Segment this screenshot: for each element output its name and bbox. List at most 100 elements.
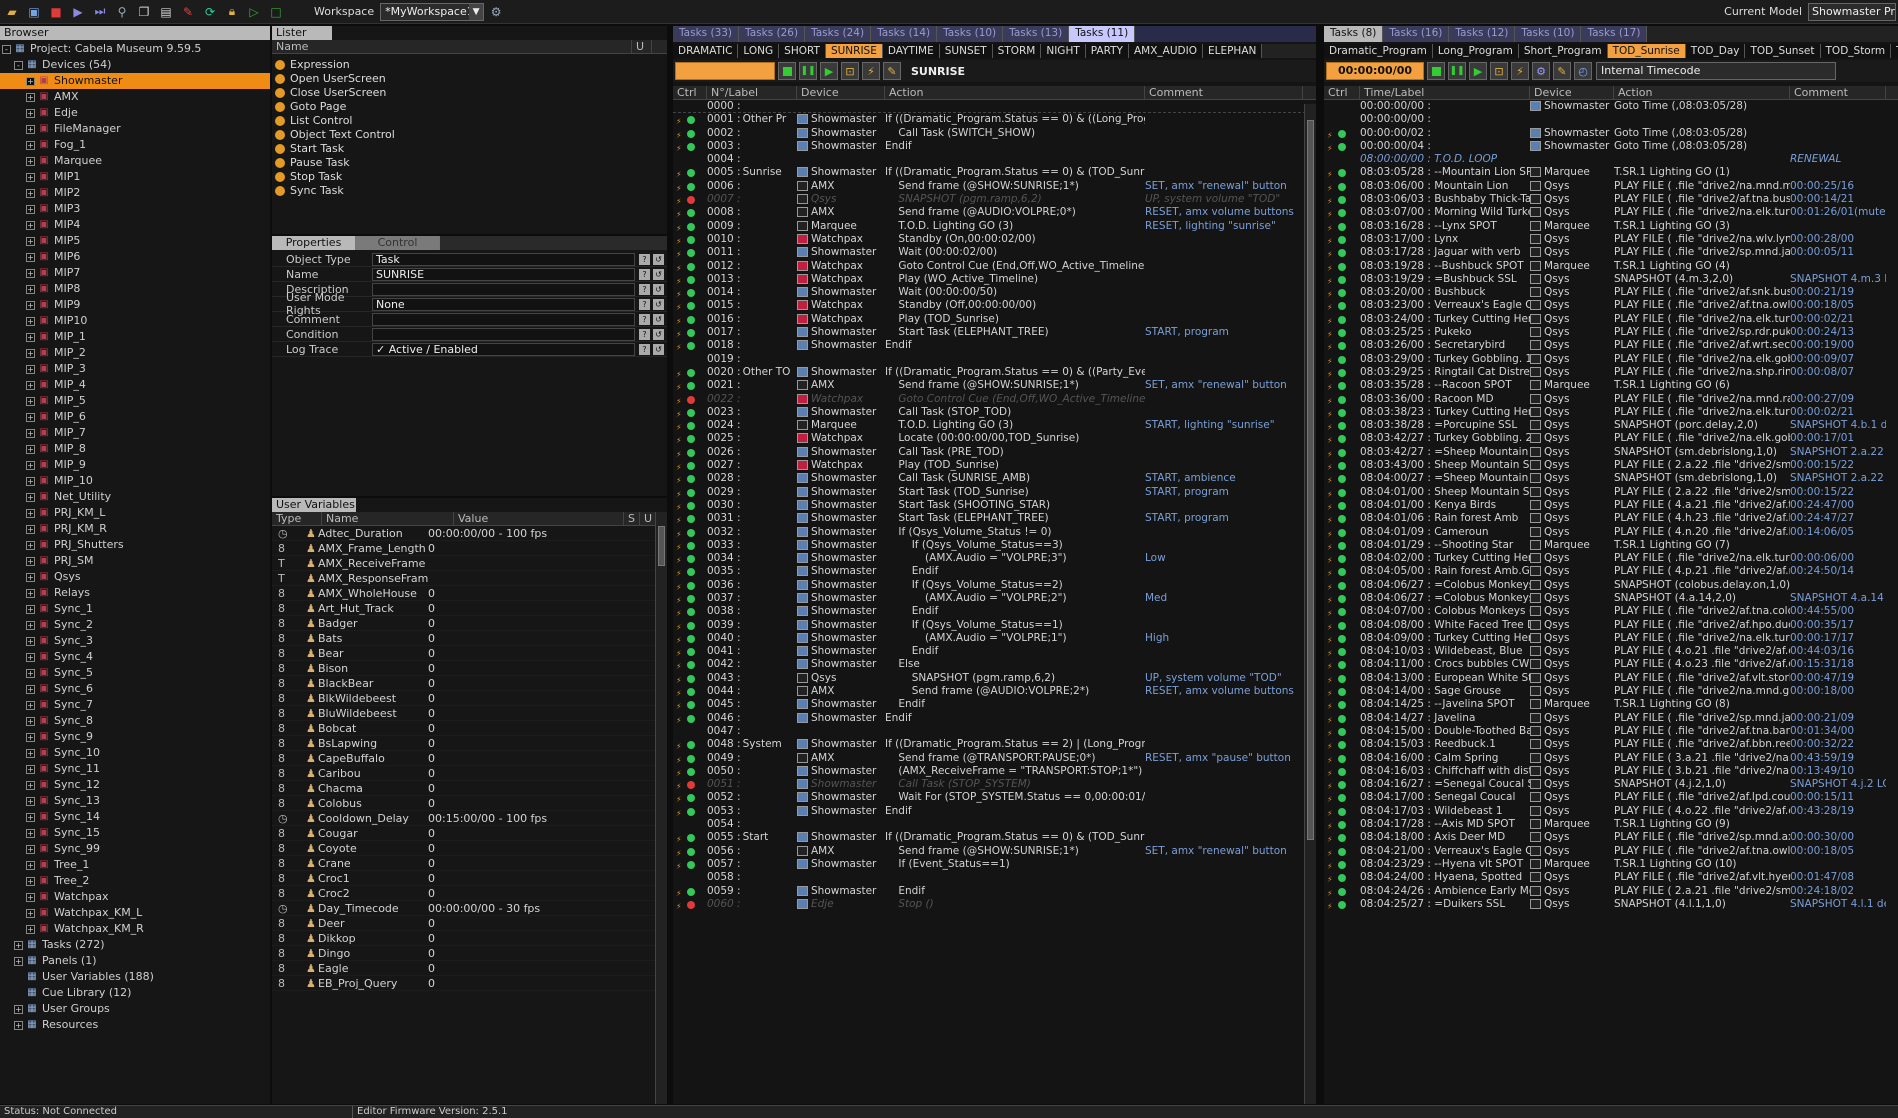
lister-item[interactable]: Object Text Control bbox=[272, 128, 667, 142]
browser-tree-item[interactable]: + ▣ Sync_99 bbox=[0, 841, 270, 857]
line-status[interactable]: ⚡ bbox=[673, 140, 707, 152]
lock-icon[interactable]: ⊡ bbox=[841, 62, 859, 80]
user-variable-row[interactable]: 8 ♟ Art_Hut_Track 0 bbox=[272, 601, 667, 616]
expand-icon[interactable]: + bbox=[26, 876, 35, 886]
line-status[interactable]: ⚡ bbox=[673, 645, 707, 657]
line-status[interactable]: ⚡ bbox=[1324, 672, 1360, 684]
tasks-tab[interactable]: Tasks (11) bbox=[1069, 26, 1136, 42]
expand-icon[interactable]: + bbox=[26, 636, 35, 646]
timeline-line[interactable]: ⚡ 08:04:14/27 : Javelina Qsys PLAY FILE ( .… bbox=[1324, 712, 1898, 725]
line-status[interactable]: ⚡ bbox=[1324, 419, 1360, 431]
browser-tree-item[interactable]: + ▣ MIP_4 bbox=[0, 377, 270, 393]
line-status[interactable]: ⚡ bbox=[673, 432, 707, 445]
lister-item[interactable]: Expression bbox=[272, 58, 667, 72]
lister-item[interactable]: Stop Task bbox=[272, 170, 667, 184]
timeline-line[interactable]: ⚡ 08:04:13/00 : European White Stor Qsys PL… bbox=[1324, 672, 1898, 686]
expand-icon[interactable]: + bbox=[26, 780, 35, 790]
task-line[interactable]: ⚡ 0023 : Showmaster Call Task (STOP_TOD) bbox=[673, 406, 1316, 420]
line-status[interactable]: ⚡ bbox=[1324, 791, 1360, 804]
task-line[interactable]: 0019 : bbox=[673, 353, 1316, 366]
task-tab[interactable]: AMX_AUDIO bbox=[1128, 44, 1203, 58]
browser-tree-item[interactable]: + ▣ Sync_12 bbox=[0, 777, 270, 793]
line-status[interactable]: ⚡ bbox=[1324, 432, 1360, 445]
line-status[interactable]: ⚡ bbox=[673, 406, 707, 418]
line-status[interactable]: ⚡ bbox=[673, 366, 707, 378]
expand-icon[interactable]: + bbox=[14, 940, 23, 950]
task-line[interactable]: 0054 : bbox=[673, 818, 1316, 832]
browser-tree-item[interactable]: + ▣ Sync_2 bbox=[0, 617, 270, 633]
task-line[interactable]: ⚡ 0040 : Showmaster (AMX.Audio = "VOLPRE;1… bbox=[673, 632, 1316, 646]
line-status[interactable]: ⚡ bbox=[1324, 698, 1360, 711]
line-status[interactable]: ⚡ bbox=[1324, 552, 1360, 564]
task-line[interactable]: ⚡ 0041 : Showmaster Endif bbox=[673, 645, 1316, 659]
timeline-line[interactable]: ⚡ 08:03:42/27 : =Sheep Mountain sc Qsys SNA… bbox=[1324, 446, 1898, 460]
task-line[interactable]: ⚡ 0034 : Showmaster (AMX.Audio = "VOLPRE;3… bbox=[673, 552, 1316, 566]
task-line[interactable]: ⚡ 0039 : Showmaster If (Qsys_Volume_Status… bbox=[673, 619, 1316, 632]
user-variable-row[interactable]: 8 ♟ Bear 0 bbox=[272, 646, 667, 661]
uv-col-u[interactable]: U bbox=[640, 512, 656, 525]
task-line[interactable]: ⚡ 0002 : Showmaster Call Task (SWITCH_SHOW… bbox=[673, 127, 1316, 140]
line-status[interactable]: ⚡ bbox=[673, 286, 707, 298]
task-line[interactable]: ⚡ 0018 : Showmaster Endif bbox=[673, 339, 1316, 353]
expand-icon[interactable]: + bbox=[26, 652, 35, 662]
user-variable-row[interactable]: T ♟ AMX_ResponseFrame bbox=[272, 571, 667, 586]
line-status[interactable]: ⚡ bbox=[673, 127, 707, 139]
expand-icon[interactable]: + bbox=[26, 732, 35, 742]
timeline-line[interactable]: ⚡ 08:03:19/28 : --Bushbuck SPOT Marquee T.S… bbox=[1324, 260, 1898, 273]
line-status[interactable]: ⚡ bbox=[1324, 353, 1360, 365]
line-status[interactable]: ⚡ bbox=[673, 778, 707, 790]
line-status[interactable]: ⚡ bbox=[673, 619, 707, 631]
column-header[interactable]: Ctrl bbox=[673, 86, 707, 99]
uv-col-type[interactable]: Type bbox=[272, 512, 322, 525]
browser-tree-item[interactable]: + ▣ MIP_7 bbox=[0, 425, 270, 441]
expand-icon[interactable]: + bbox=[26, 332, 35, 342]
browser-tree-item[interactable]: + ▣ MIP8 bbox=[0, 281, 270, 297]
column-header[interactable]: Action bbox=[885, 86, 1145, 99]
expand-icon[interactable]: + bbox=[26, 572, 35, 582]
browser-tree-item[interactable]: - ▦ Project: Cabela Museum 9.59.5 bbox=[0, 41, 270, 57]
line-status[interactable] bbox=[673, 100, 707, 112]
timeline-line[interactable]: ⚡ 08:04:21/00 : Verreaux's Eagle Ow Qsys PL… bbox=[1324, 845, 1898, 858]
expand-icon[interactable]: + bbox=[26, 172, 35, 182]
user-variable-row[interactable]: 8 ♟ Badger 0 bbox=[272, 616, 667, 631]
line-status[interactable]: ⚡ bbox=[1324, 778, 1360, 790]
line-status[interactable]: ⚡ bbox=[673, 206, 707, 219]
browser-tree-item[interactable]: + ▦ Tasks (272) bbox=[0, 937, 270, 953]
current-model-field[interactable]: Showmaster Pro bbox=[1808, 3, 1896, 21]
line-status[interactable]: ⚡ bbox=[1324, 299, 1360, 312]
line-status[interactable]: ⚡ bbox=[673, 579, 707, 591]
timeline-line[interactable]: ⚡ 08:04:16/27 : =Senegal Coucal SS Qsys SNA… bbox=[1324, 778, 1898, 792]
expand-icon[interactable]: + bbox=[26, 668, 35, 678]
browser-tree-item[interactable]: + ▣ MIP_8 bbox=[0, 441, 270, 457]
timeline-line[interactable]: ⚡ 08:04:17/00 : Senegal Coucal Qsys PLAY FI… bbox=[1324, 791, 1898, 805]
task-line[interactable]: ⚡ 0031 : Showmaster Start Task (ELEPHANT_T… bbox=[673, 512, 1316, 526]
tasks-tab[interactable]: Tasks (33) bbox=[673, 26, 740, 42]
timeline-tab[interactable]: Short_Program bbox=[1518, 44, 1608, 58]
task-line[interactable]: ⚡ 0001 : Other Pr Showmaster If ((Dramatic_P… bbox=[673, 113, 1316, 127]
task-line[interactable]: ⚡ 0003 : Showmaster Endif bbox=[673, 140, 1316, 154]
task-line[interactable]: ⚡ 0025 : Watchpax Locate (00:00:00/00,TOD_… bbox=[673, 432, 1316, 446]
help-icon[interactable]: ? bbox=[639, 298, 650, 310]
line-status[interactable]: ⚡ bbox=[1324, 845, 1360, 857]
clock-icon[interactable]: ◴ bbox=[1574, 62, 1592, 80]
line-status[interactable]: ⚡ bbox=[1324, 273, 1360, 285]
task-line[interactable]: ⚡ 0052 : Showmaster Wait For (STOP_SYSTEM.… bbox=[673, 791, 1316, 805]
line-status[interactable]: ⚡ bbox=[673, 246, 707, 259]
line-status[interactable]: ⚡ bbox=[1324, 539, 1360, 551]
square-icon[interactable]: □ bbox=[266, 2, 286, 22]
reset-icon[interactable]: ↺ bbox=[653, 283, 664, 295]
line-status[interactable]: ⚡ bbox=[1324, 871, 1360, 884]
lister-item[interactable]: Open UserScreen bbox=[272, 72, 667, 86]
timeline-line[interactable]: ⚡ 08:03:17/00 : Lynx Qsys PLAY FILE ( .file… bbox=[1324, 233, 1898, 247]
line-status[interactable]: ⚡ bbox=[1324, 406, 1360, 418]
browser-tree-item[interactable]: + ▣ Sync_15 bbox=[0, 825, 270, 841]
line-status[interactable]: ⚡ bbox=[673, 605, 707, 618]
line-status[interactable]: ⚡ bbox=[1324, 286, 1360, 298]
line-status[interactable] bbox=[673, 818, 707, 830]
line-status[interactable]: ⚡ bbox=[673, 459, 707, 471]
expand-icon[interactable]: + bbox=[26, 236, 35, 246]
expand-icon[interactable]: + bbox=[26, 428, 35, 438]
column-header[interactable]: Device bbox=[1530, 86, 1614, 99]
expand-icon[interactable]: + bbox=[26, 860, 35, 870]
browser-tree-item[interactable]: + ▣ Relays bbox=[0, 585, 270, 601]
